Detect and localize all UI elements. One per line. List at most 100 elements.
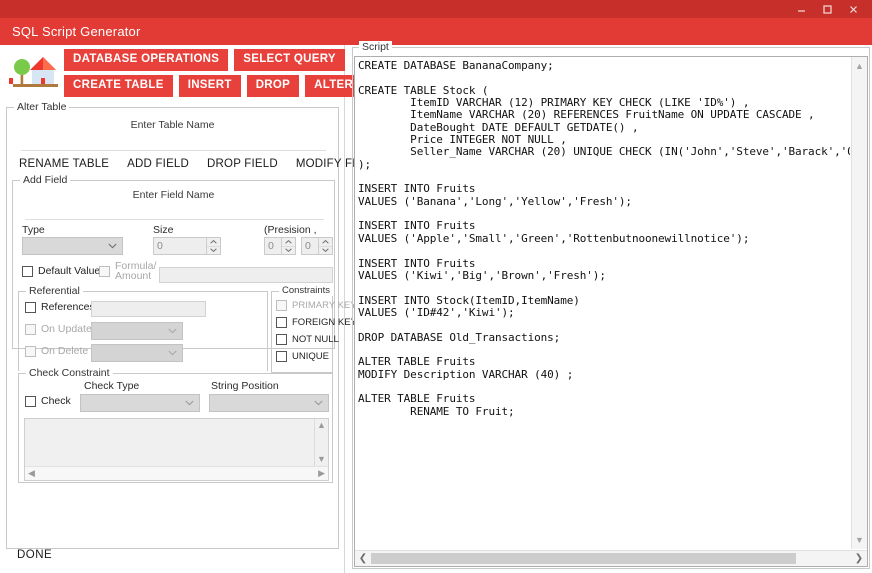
referential-group-title: Referential bbox=[26, 285, 83, 297]
script-group: Script CREATE DATABASE BananaCompany; CR… bbox=[352, 41, 870, 569]
check-constraint-group-title: Check Constraint bbox=[26, 367, 113, 379]
scroll-up-icon[interactable]: ▲ bbox=[317, 421, 326, 430]
create-table-button[interactable]: CREATE TABLE bbox=[64, 75, 173, 97]
rename-table-action[interactable]: RENAME TABLE bbox=[19, 158, 109, 170]
scale-stepper[interactable]: 0 bbox=[301, 237, 333, 255]
scale-stepper-up-icon[interactable] bbox=[319, 238, 332, 247]
on-delete-label: On Delete bbox=[41, 345, 89, 357]
script-group-title: Script bbox=[359, 41, 392, 53]
references-row: References bbox=[25, 301, 95, 313]
scale-stepper-arrows[interactable] bbox=[318, 238, 332, 254]
chevron-down-icon bbox=[314, 400, 323, 406]
check-checkbox[interactable] bbox=[25, 395, 36, 407]
not-null-checkbox[interactable] bbox=[276, 334, 287, 345]
field-name-input[interactable] bbox=[25, 205, 324, 220]
alter-table-group: Alter Table Enter Table Name RENAME TABL… bbox=[6, 101, 378, 549]
check-constraint-textarea[interactable]: ▲ ▼ ◀ ▶ bbox=[24, 418, 329, 481]
string-position-label: String Position bbox=[211, 380, 279, 392]
check-type-select[interactable] bbox=[80, 394, 200, 412]
string-position-select[interactable] bbox=[209, 394, 329, 412]
script-scroll-right-icon[interactable]: ❯ bbox=[852, 551, 866, 566]
on-update-label: On Update bbox=[41, 323, 92, 335]
references-checkbox[interactable] bbox=[25, 301, 36, 313]
scroll-right-icon[interactable]: ▶ bbox=[318, 469, 325, 478]
precision-stepper-up-icon[interactable] bbox=[282, 238, 295, 247]
precision-stepper-arrows[interactable] bbox=[281, 238, 295, 254]
precision-stepper[interactable]: 0 bbox=[264, 237, 296, 255]
add-field-action[interactable]: ADD FIELD bbox=[127, 158, 189, 170]
references-label: References bbox=[41, 301, 95, 313]
script-scroll-left-icon[interactable]: ❮ bbox=[356, 551, 370, 566]
check-textarea-vertical-scrollbar[interactable]: ▲ ▼ bbox=[314, 419, 328, 466]
check-textarea-horizontal-scrollbar[interactable]: ◀ ▶ bbox=[25, 466, 328, 480]
type-label: Type bbox=[22, 224, 45, 236]
size-stepper-down-icon[interactable] bbox=[207, 247, 220, 255]
window-titlebar bbox=[0, 0, 872, 18]
enter-field-name-label: Enter Field Name bbox=[132, 189, 215, 201]
unique-checkbox[interactable] bbox=[276, 351, 287, 362]
script-content[interactable]: CREATE DATABASE BananaCompany; CREATE TA… bbox=[355, 57, 850, 549]
house-tree-icon bbox=[9, 48, 61, 98]
drop-button[interactable]: DROP bbox=[246, 75, 300, 97]
primary-key-row: PRIMARY KEY bbox=[276, 300, 357, 311]
default-value-checkbox[interactable] bbox=[22, 265, 33, 277]
type-select[interactable] bbox=[22, 237, 123, 255]
on-delete-row: On Delete bbox=[25, 345, 88, 357]
script-scroll-up-icon[interactable]: ▲ bbox=[852, 59, 867, 73]
add-field-group: Add Field Enter Field Name Type Size 0 (… bbox=[12, 174, 357, 483]
alter-table-group-title: Alter Table bbox=[14, 101, 70, 113]
scroll-down-icon[interactable]: ▼ bbox=[317, 455, 326, 464]
formula-amount-checkbox[interactable] bbox=[99, 266, 110, 277]
drop-field-action[interactable]: DROP FIELD bbox=[207, 158, 278, 170]
size-stepper[interactable]: 0 bbox=[153, 237, 221, 255]
scroll-left-icon[interactable]: ◀ bbox=[28, 469, 35, 478]
app-header: SQL Script Generator bbox=[0, 18, 872, 45]
script-scroll-down-icon[interactable]: ▼ bbox=[852, 533, 867, 547]
left-form-panel: DATABASE OPERATIONS SELECT QUERY CREATE … bbox=[0, 45, 405, 573]
check-constraint-group: Check Constraint Check Type String Posit… bbox=[18, 367, 333, 483]
size-stepper-arrows[interactable] bbox=[206, 238, 220, 254]
on-update-checkbox[interactable] bbox=[25, 323, 36, 335]
alter-table-actions: RENAME TABLE ADD FIELD DROP FIELD MODIFY… bbox=[19, 158, 379, 170]
on-update-row: On Update bbox=[25, 323, 92, 335]
constraints-group: Constraints PRIMARY KEY FOREIGN KEY NOT … bbox=[271, 285, 357, 373]
size-label: Size bbox=[153, 224, 174, 236]
maximize-button[interactable] bbox=[814, 0, 840, 18]
precision-stepper-down-icon[interactable] bbox=[282, 247, 295, 255]
on-update-select[interactable] bbox=[91, 322, 183, 340]
on-delete-select[interactable] bbox=[91, 344, 183, 362]
minimize-button[interactable] bbox=[788, 0, 814, 18]
primary-key-label: PRIMARY KEY bbox=[292, 300, 357, 311]
database-operations-button[interactable]: DATABASE OPERATIONS bbox=[64, 49, 229, 71]
scale-stepper-down-icon[interactable] bbox=[319, 247, 332, 255]
check-type-label: Check Type bbox=[84, 380, 140, 392]
enter-table-name-label: Enter Table Name bbox=[130, 119, 215, 131]
default-value-label: Default Value bbox=[38, 265, 101, 277]
script-vertical-scrollbar[interactable]: ▲ ▼ bbox=[851, 57, 867, 549]
unique-label: UNIQUE bbox=[292, 351, 329, 362]
primary-key-checkbox[interactable] bbox=[276, 300, 287, 311]
chevron-down-icon bbox=[108, 243, 117, 249]
select-query-button[interactable]: SELECT QUERY bbox=[234, 49, 345, 71]
formula-amount-input[interactable] bbox=[159, 267, 333, 283]
size-stepper-up-icon[interactable] bbox=[207, 238, 220, 247]
unique-row: UNIQUE bbox=[276, 351, 329, 362]
table-name-input[interactable] bbox=[21, 136, 326, 151]
script-horizontal-scrollbar[interactable]: ❮ ❯ bbox=[355, 550, 867, 566]
foreign-key-label: FOREIGN KEY bbox=[292, 317, 357, 328]
references-input[interactable] bbox=[91, 301, 206, 317]
script-hscroll-thumb[interactable] bbox=[371, 553, 796, 564]
script-editor[interactable]: CREATE DATABASE BananaCompany; CREATE TA… bbox=[354, 56, 868, 567]
foreign-key-checkbox[interactable] bbox=[276, 317, 287, 328]
insert-button[interactable]: INSERT bbox=[178, 75, 241, 97]
check-row: Check bbox=[25, 395, 71, 407]
chevron-down-icon bbox=[168, 350, 177, 356]
chevron-down-icon bbox=[185, 400, 194, 406]
check-label: Check bbox=[41, 395, 71, 407]
not-null-label: NOT NULL bbox=[292, 334, 339, 345]
on-delete-checkbox[interactable] bbox=[25, 345, 36, 357]
default-value-row: Default Value bbox=[22, 265, 100, 277]
done-button[interactable]: DONE bbox=[17, 549, 52, 561]
close-button[interactable] bbox=[840, 0, 866, 18]
add-field-group-title: Add Field bbox=[20, 174, 71, 186]
